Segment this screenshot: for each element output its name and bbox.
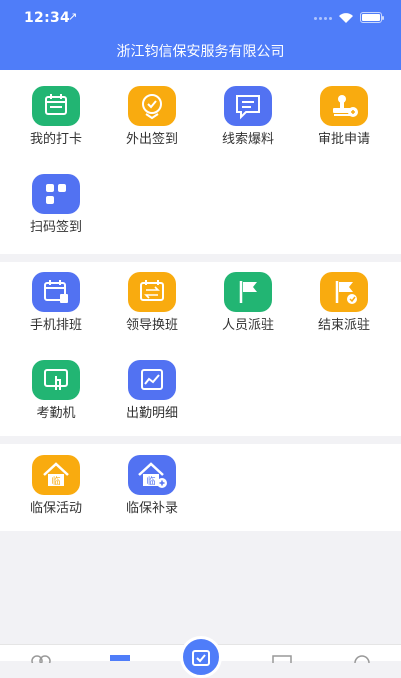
menu-item-scan-checkin[interactable]: 扫码签到 xyxy=(8,174,104,236)
stamp-icon xyxy=(320,86,368,126)
menu-item-label: 考勤机 xyxy=(36,406,76,421)
app-header: 12:34 ↗ 浙江钧信保安服务有限公司 xyxy=(0,0,401,70)
flag-check-icon xyxy=(320,272,368,312)
tab-profile-icon[interactable] xyxy=(350,653,374,663)
menu-item-outside-checkin[interactable]: 外出签到 xyxy=(104,86,200,148)
swap-icon xyxy=(128,272,176,312)
menu-item-label: 线索爆料 xyxy=(221,132,274,147)
menu-section-attendance: 我的打卡 外出签到 线索爆料 审批申请 扫码签到 xyxy=(0,70,401,254)
menu-item-leader-swap[interactable]: 领导换班 xyxy=(104,272,200,334)
message-icon xyxy=(224,86,272,126)
menu-item-label: 手机排班 xyxy=(29,318,82,333)
status-bar: 12:34 ↗ xyxy=(0,0,401,34)
menu-item-attendance-detail[interactable]: 出勤明细 xyxy=(104,360,200,422)
page-title: 浙江钧信保安服务有限公司 xyxy=(116,44,285,60)
check-location-icon xyxy=(128,86,176,126)
menu-item-my-checkin[interactable]: 我的打卡 xyxy=(8,86,104,148)
wifi-icon xyxy=(339,13,353,23)
menu-item-label: 出勤明细 xyxy=(125,406,178,421)
menu-item-label: 我的打卡 xyxy=(29,132,82,147)
battery-icon xyxy=(360,12,384,23)
tab-workbench-icon[interactable] xyxy=(110,655,130,661)
menu-item-mobile-schedule[interactable]: 手机排班 xyxy=(8,272,104,334)
menu-item-clue-report[interactable]: 线索爆料 xyxy=(200,86,296,148)
menu-item-end-dispatch[interactable]: 结束派驻 xyxy=(296,272,392,334)
menu-item-label: 外出签到 xyxy=(125,132,178,147)
menu-item-attendance-machine[interactable]: 考勤机 xyxy=(8,360,104,422)
menu-item-label: 结束派驻 xyxy=(317,318,370,333)
temp-glyph: 临 xyxy=(51,475,60,487)
tab-message-icon[interactable] xyxy=(270,653,294,663)
house-icon: 临 xyxy=(32,455,80,495)
menu-section-temp-security: 临 临保活动 临 临保补录 xyxy=(0,444,401,531)
house-add-icon: 临 xyxy=(128,455,176,495)
location-icon: ↗ xyxy=(68,10,78,23)
menu-item-approval[interactable]: 审批申请 xyxy=(296,86,392,148)
calendar-icon xyxy=(32,86,80,126)
menu-item-label: 人员派驻 xyxy=(221,318,274,333)
menu-item-label: 临保活动 xyxy=(29,501,82,516)
temp-glyph: 临 xyxy=(146,475,155,487)
signal-icon xyxy=(314,17,334,21)
checkin-icon xyxy=(192,650,210,666)
menu-item-label: 领导换班 xyxy=(125,318,178,333)
chart-icon xyxy=(128,360,176,400)
tab-home-icon[interactable] xyxy=(29,653,53,663)
tab-checkin-button[interactable] xyxy=(180,636,222,678)
menu-item-label: 临保补录 xyxy=(125,501,178,516)
menu-item-label: 扫码签到 xyxy=(29,220,82,235)
menu-section-scheduling: 手机排班 领导换班 人员派驻 结束派驻 考勤机 出勤明细 xyxy=(0,262,401,436)
touch-icon xyxy=(32,360,80,400)
menu-item-label: 审批申请 xyxy=(317,132,370,147)
menu-item-temp-activity[interactable]: 临 临保活动 xyxy=(8,455,104,517)
qrcode-icon xyxy=(32,174,80,214)
flag-icon xyxy=(224,272,272,312)
schedule-icon xyxy=(32,272,80,312)
menu-item-personnel-dispatch[interactable]: 人员派驻 xyxy=(200,272,296,334)
menu-item-temp-supplement[interactable]: 临 临保补录 xyxy=(104,455,200,517)
status-time: 12:34 xyxy=(24,10,71,26)
